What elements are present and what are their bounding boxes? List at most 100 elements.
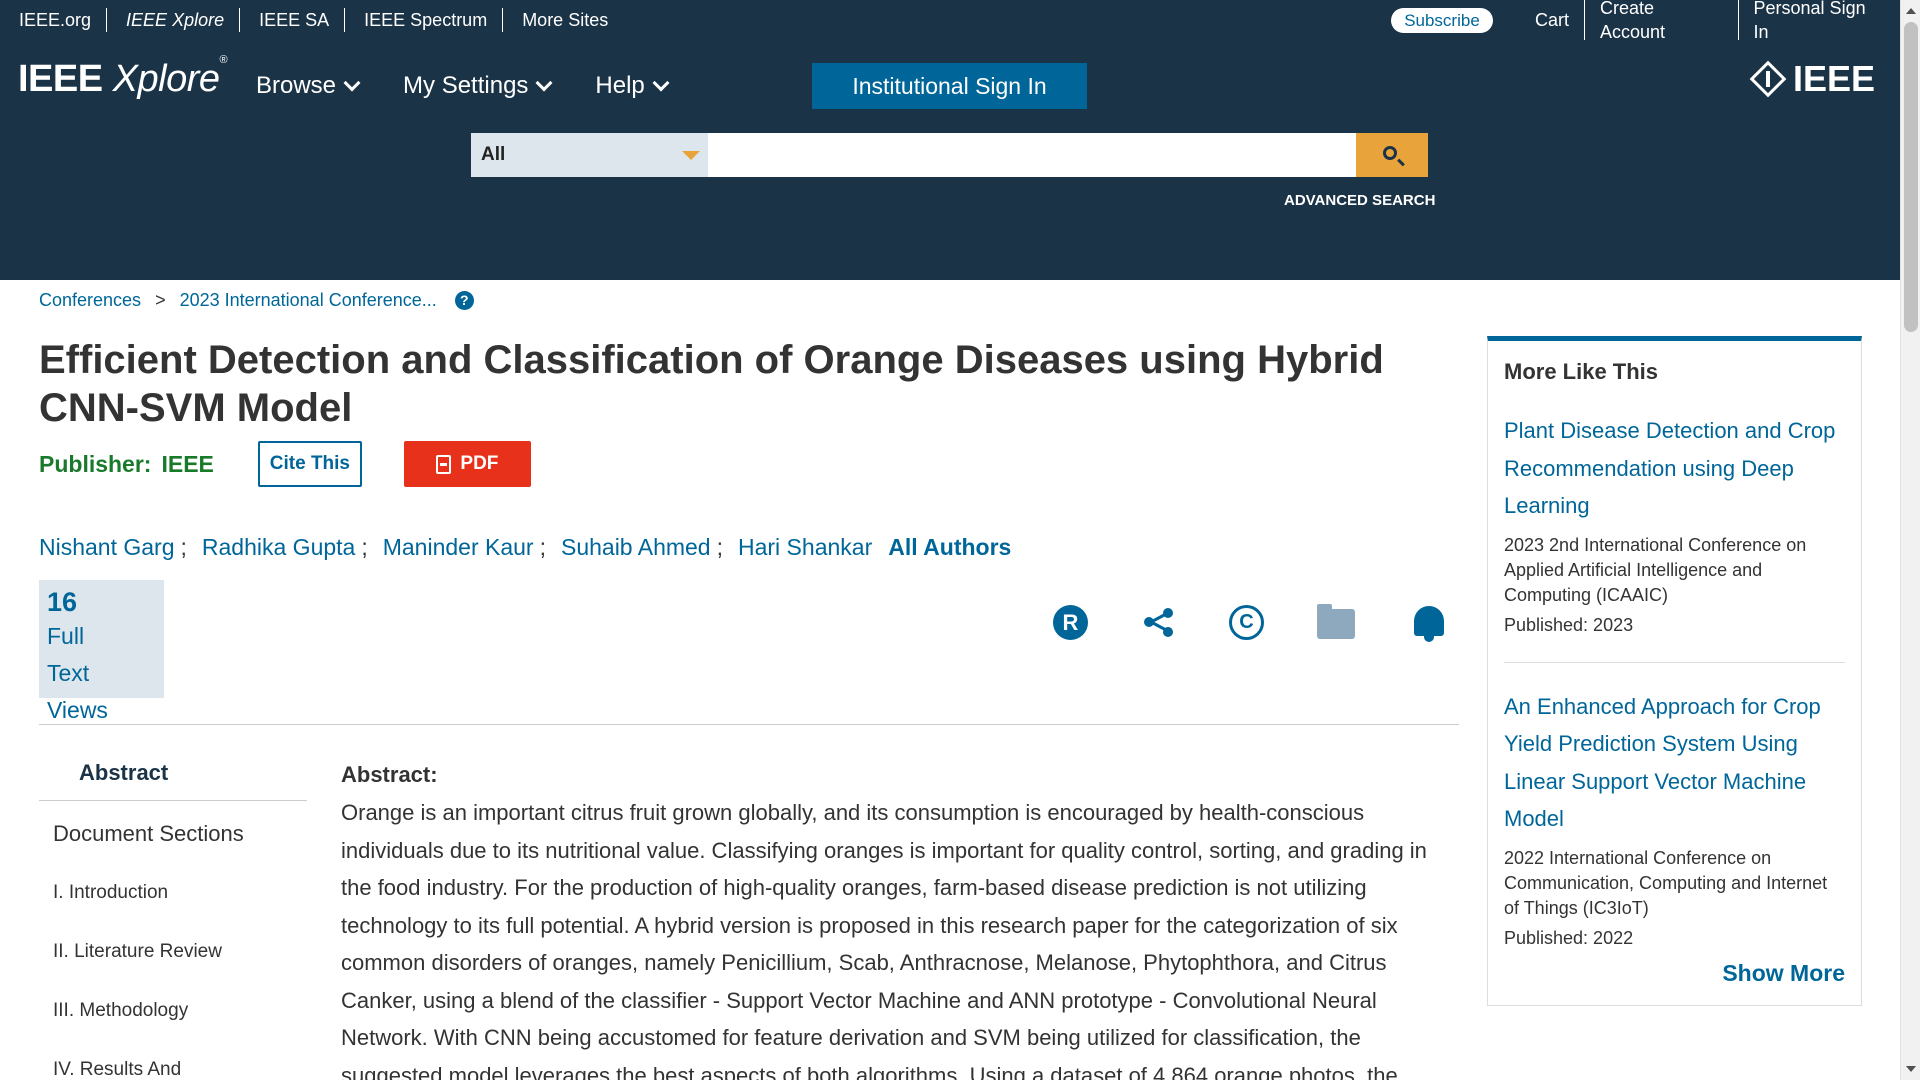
chevron-down-icon — [652, 74, 670, 92]
sidenav-section-introduction[interactable]: I. Introduction — [39, 882, 307, 904]
ieee-xplore-link-label: IEEE Xplore — [126, 10, 225, 30]
nav-my-settings-label: My Settings — [403, 72, 529, 99]
sidenav-section-results[interactable]: IV. Results And — [39, 1059, 307, 1080]
related-article: Plant Disease Detection and Crop Recomme… — [1504, 387, 1845, 663]
article-title: Efficient Detection and Classification o… — [39, 338, 1384, 430]
nav-browse[interactable]: Browse — [256, 72, 361, 100]
sidenav-abstract[interactable]: Abstract — [39, 745, 307, 801]
ieee-sites-nav: IEEE.org IEEE Xplore IEEE SA IEEE Spectr… — [0, 0, 623, 40]
author-separator: ; — [361, 534, 368, 560]
advanced-search-link[interactable]: ADVANCED SEARCH — [1284, 192, 1435, 209]
related-article-conference: 2023 2nd International Conference on App… — [1504, 534, 1807, 605]
logo-registered-mark: ® — [219, 54, 228, 67]
author-separator: ; — [716, 534, 723, 560]
ieee-spectrum-link[interactable]: IEEE Spectrum — [344, 8, 502, 32]
sidenav-document-sections: Document Sections — [53, 821, 244, 846]
account-nav: Cart Create Account Personal Sign In — [1520, 0, 1900, 44]
ieee-xplore-link[interactable]: IEEE Xplore — [106, 8, 239, 32]
main-nav: Browse My Settings Help — [256, 72, 712, 100]
related-article-title[interactable]: Plant Disease Detection and Crop Recomme… — [1504, 412, 1845, 525]
ieee-xplore-logo[interactable]: IEEE Xplore® — [18, 54, 228, 101]
nav-browse-label: Browse — [256, 72, 337, 99]
folder-icon[interactable] — [1317, 604, 1355, 639]
ieee-diamond-icon — [1749, 60, 1787, 98]
cart-link[interactable]: Cart — [1520, 8, 1584, 32]
author-separator: ; — [539, 534, 546, 560]
more-like-this-panel: More Like This Plant Disease Detection a… — [1487, 336, 1862, 1006]
scroll-down-arrow-icon[interactable] — [1906, 1066, 1916, 1072]
related-article: An Enhanced Approach for Crop Yield Pred… — [1504, 663, 1845, 951]
scrollbar-thumb[interactable] — [1904, 22, 1918, 332]
ieee-sa-link[interactable]: IEEE SA — [239, 8, 344, 32]
metric-count: 16 — [47, 587, 78, 617]
pdf-button[interactable]: PDF — [403, 441, 531, 487]
search-scope-value: All — [481, 144, 506, 165]
pdf-icon — [436, 454, 452, 474]
breadcrumb-separator: > — [155, 290, 166, 310]
ieee-logo[interactable]: IEEE — [1749, 58, 1876, 100]
publisher-name: IEEE — [161, 450, 214, 477]
sidenav-section-methodology[interactable]: III. Methodology — [39, 1000, 307, 1022]
search-button[interactable] — [1356, 133, 1428, 177]
share-icon[interactable] — [1141, 605, 1176, 640]
related-article-published: Published: 2022 — [1504, 927, 1634, 948]
cite-this-button[interactable]: Cite This — [257, 441, 362, 487]
document-sections-nav: Abstract Document Sections I. Introducti… — [39, 745, 307, 1080]
sidenav-section-literature-review[interactable]: II. Literature Review — [39, 941, 307, 963]
breadcrumb-conferences[interactable]: Conferences — [39, 290, 141, 311]
section-divider — [39, 724, 1459, 725]
publisher-label: Publisher: — [39, 450, 152, 477]
article-tools: R C — [1053, 604, 1497, 642]
logo-main-text: IEEE — [18, 58, 103, 100]
nav-help-label: Help — [595, 72, 645, 99]
search-scope-select[interactable]: All — [471, 133, 708, 177]
publisher: Publisher: IEEE — [39, 451, 214, 478]
more-like-this-heading: More Like This — [1504, 359, 1659, 384]
scroll-up-arrow-icon[interactable] — [1906, 8, 1916, 14]
abstract-section: Abstract: Orange is an important citrus … — [341, 760, 1431, 1080]
create-account-link[interactable]: Create Account — [1584, 0, 1738, 44]
related-article-conference: 2022 International Conference on Communi… — [1504, 847, 1828, 918]
author-link[interactable]: Hari Shankar — [738, 534, 872, 561]
breadcrumb: Conferences > 2023 International Confere… — [39, 290, 474, 311]
author-link[interactable]: Suhaib Ahmed — [561, 534, 711, 561]
author-list: Nishant Garg; Radhika Gupta; Maninder Ka… — [39, 534, 1011, 561]
publisher-row: Publisher: IEEE Cite This PDF — [39, 441, 531, 487]
rights-icon[interactable]: R — [1053, 605, 1088, 640]
page-scrollbar[interactable] — [1900, 0, 1920, 1080]
related-article-title[interactable]: An Enhanced Approach for Crop Yield Pred… — [1504, 688, 1845, 838]
help-icon[interactable]: ? — [454, 291, 474, 310]
all-authors-link[interactable]: All Authors — [888, 534, 1011, 561]
breadcrumb-conference[interactable]: 2023 International Conference... — [180, 290, 437, 311]
institutional-sign-in-button[interactable]: Institutional Sign In — [812, 63, 1087, 109]
search-bar: All — [471, 133, 1428, 177]
author-link[interactable]: Maninder Kaur — [383, 534, 534, 561]
dropdown-arrow-icon — [682, 151, 700, 160]
chevron-down-icon — [343, 74, 361, 92]
subscribe-button[interactable]: Subscribe — [1391, 8, 1493, 33]
ieee-logo-text: IEEE — [1793, 58, 1876, 99]
nav-help[interactable]: Help — [595, 72, 670, 100]
bell-icon[interactable] — [1414, 606, 1444, 642]
related-article-published: Published: 2023 — [1504, 614, 1634, 635]
copyright-icon[interactable]: C — [1229, 605, 1264, 640]
ieee-org-link[interactable]: IEEE.org — [0, 8, 106, 32]
author-link[interactable]: Radhika Gupta — [202, 534, 355, 561]
full-text-views-metric[interactable]: 16 Full Text Views — [39, 580, 164, 723]
pdf-button-label: PDF — [460, 453, 499, 474]
logo-sub-text: Xplore — [112, 58, 220, 100]
personal-sign-in-link[interactable]: Personal Sign In — [1737, 0, 1900, 44]
search-icon — [1383, 146, 1397, 160]
top-utility-bar: IEEE.org IEEE Xplore IEEE SA IEEE Spectr… — [0, 0, 1900, 44]
metric-label: Text Views — [47, 660, 108, 723]
metric-label: Full — [47, 623, 85, 649]
abstract-text: Orange is an important citrus fruit grow… — [341, 800, 1427, 1080]
search-input[interactable] — [708, 133, 1356, 177]
show-more-link[interactable]: Show More — [1722, 960, 1845, 987]
abstract-heading: Abstract: — [341, 762, 438, 787]
author-link[interactable]: Nishant Garg — [39, 534, 175, 561]
author-separator: ; — [180, 534, 187, 560]
chevron-down-icon — [535, 74, 553, 92]
more-sites-link[interactable]: More Sites — [502, 8, 623, 32]
nav-my-settings[interactable]: My Settings — [403, 72, 553, 100]
